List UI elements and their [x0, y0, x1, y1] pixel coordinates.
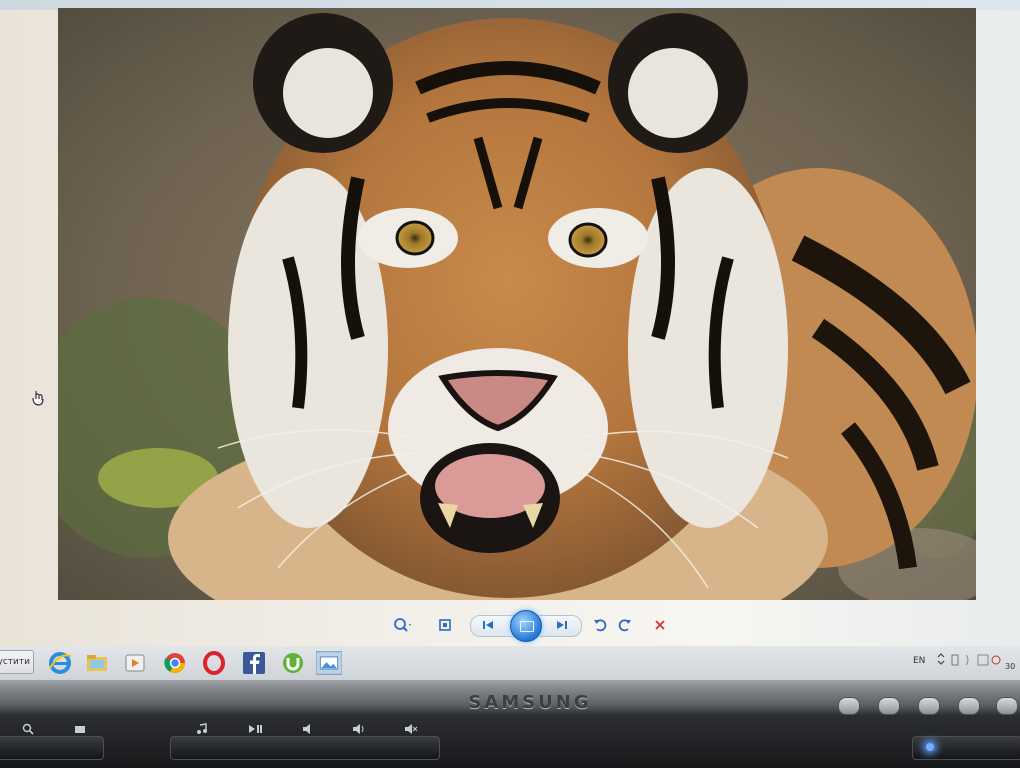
power-led-indicator: [926, 743, 934, 751]
laptop-key-group-left[interactable]: [0, 736, 104, 760]
search-icon: [22, 723, 34, 735]
photo-viewer-icon[interactable]: [316, 650, 342, 676]
rotate-right-icon[interactable]: [615, 615, 635, 635]
previous-icon[interactable]: [478, 615, 498, 635]
delete-icon[interactable]: [650, 615, 670, 635]
hand-cursor-icon: [32, 391, 44, 406]
zoom-icon[interactable]: [390, 615, 416, 635]
tiger-photo: [58, 8, 976, 600]
clock[interactable]: 30: [1005, 662, 1015, 671]
monitor-down-button[interactable]: [878, 697, 900, 715]
laptop-media-keys[interactable]: [170, 736, 440, 760]
taskbar: устити EN: [0, 646, 1020, 680]
start-button-label: устити: [0, 657, 30, 667]
language-indicator[interactable]: EN: [913, 656, 925, 666]
opera-icon[interactable]: [201, 650, 227, 676]
tiger-image-graphic: [58, 8, 976, 600]
monitor-source-button[interactable]: [958, 697, 980, 715]
monitor-up-button[interactable]: [918, 697, 940, 715]
monitor-menu-button[interactable]: [838, 697, 860, 715]
photo-viewer-toolbar: [370, 607, 680, 643]
volume-down-icon: [303, 724, 310, 734]
folder-key-icon: [75, 726, 85, 733]
facebook-icon[interactable]: [241, 650, 267, 676]
mute-icon: [405, 724, 418, 734]
play-pause-icon: [249, 725, 262, 733]
media-player-icon[interactable]: [122, 650, 148, 676]
file-explorer-icon[interactable]: [84, 650, 110, 676]
rotate-left-icon[interactable]: [590, 615, 610, 635]
volume-up-icon: [353, 724, 364, 734]
music-icon: [197, 723, 207, 734]
start-button[interactable]: устити: [0, 650, 34, 674]
internet-explorer-icon[interactable]: [47, 650, 73, 676]
actual-size-icon[interactable]: [435, 615, 455, 635]
next-icon[interactable]: [552, 615, 572, 635]
monitor-brand-logo: SAMSUNG: [468, 692, 592, 713]
chrome-icon[interactable]: [162, 650, 188, 676]
monitor-power-button[interactable]: [996, 697, 1018, 715]
utorrent-icon[interactable]: [280, 650, 306, 676]
monitor-screen: устити EN 30: [0, 0, 1020, 680]
slideshow-icon[interactable]: [510, 610, 542, 642]
